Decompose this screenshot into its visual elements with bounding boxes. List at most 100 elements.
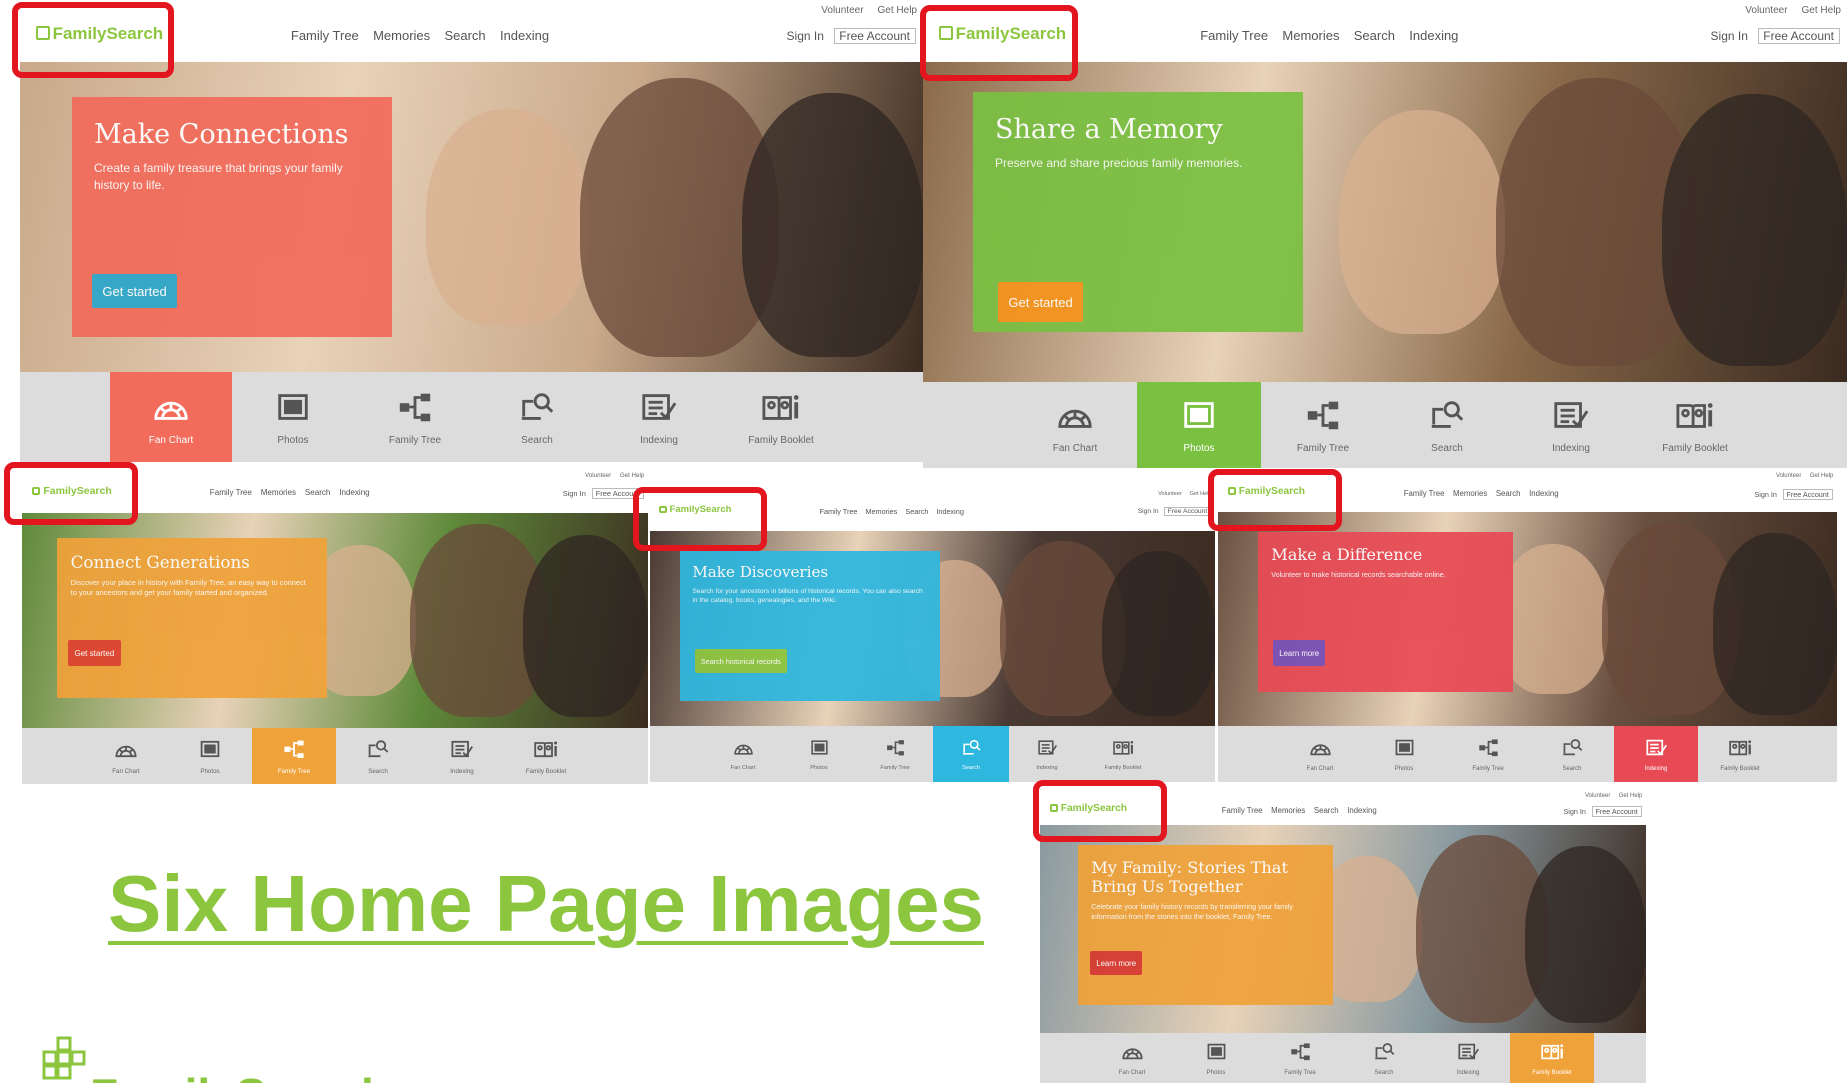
tile-search[interactable]: Search bbox=[1385, 382, 1509, 468]
tile-family-tree[interactable]: Family Tree bbox=[1258, 1033, 1342, 1083]
tile-family-booklet[interactable]: Family Booklet bbox=[1633, 382, 1757, 468]
utility-link-volunteer[interactable]: Volunteer bbox=[1585, 793, 1610, 799]
tile-family-booklet[interactable]: Family Booklet bbox=[1510, 1033, 1594, 1083]
nav-link-memories[interactable]: Memories bbox=[865, 507, 897, 516]
sign-in-link[interactable]: Sign In bbox=[787, 29, 824, 43]
tile-indexing[interactable]: Indexing bbox=[598, 372, 720, 462]
nav-link-memories[interactable]: Memories bbox=[261, 488, 296, 497]
promo-cta-button[interactable]: Get started bbox=[92, 274, 178, 308]
nav-link-memories[interactable]: Memories bbox=[1271, 806, 1305, 815]
tile-label: Family Booklet bbox=[748, 435, 814, 446]
free-account-button[interactable]: Free Account bbox=[1164, 507, 1211, 517]
utility-link-get-help[interactable]: Get Help bbox=[1619, 793, 1643, 799]
tile-fan-chart[interactable]: Fan Chart bbox=[1278, 726, 1362, 782]
tile-family-tree[interactable]: Family Tree bbox=[252, 728, 336, 784]
tile-fan-chart[interactable]: Fan Chart bbox=[705, 726, 781, 782]
tile-indexing[interactable]: Indexing bbox=[420, 728, 504, 784]
tile-photos[interactable]: Photos bbox=[1174, 1033, 1258, 1083]
promo-cta-button[interactable]: Search historical records bbox=[695, 649, 787, 673]
promo-cta-button[interactable]: Learn more bbox=[1273, 640, 1326, 666]
utility-link-volunteer[interactable]: Volunteer bbox=[1158, 491, 1182, 497]
nav-link-search[interactable]: Search bbox=[1496, 489, 1521, 498]
sign-in-link[interactable]: Sign In bbox=[1138, 508, 1159, 515]
tile-family-tree[interactable]: Family Tree bbox=[354, 372, 476, 462]
sign-in-link[interactable]: Sign In bbox=[1754, 490, 1776, 499]
utility-link-volunteer[interactable]: Volunteer bbox=[585, 472, 611, 479]
tile-family-tree[interactable]: Family Tree bbox=[1261, 382, 1385, 468]
tile-label: Indexing bbox=[450, 768, 474, 776]
nav-link-memories[interactable]: Memories bbox=[1453, 489, 1487, 498]
nav-link-search[interactable]: Search bbox=[1354, 28, 1395, 43]
nav-link-memories[interactable]: Memories bbox=[373, 28, 430, 43]
tile-photos[interactable]: Photos bbox=[168, 728, 252, 784]
tile-indexing[interactable]: Indexing bbox=[1614, 726, 1698, 782]
tile-fan-chart[interactable]: Fan Chart bbox=[1013, 382, 1137, 468]
main-nav: Family Tree Memories Search Indexing bbox=[1404, 489, 1559, 498]
nav-link-indexing[interactable]: Indexing bbox=[1529, 489, 1558, 498]
sign-in-link[interactable]: Sign In bbox=[1711, 29, 1748, 43]
nav-link-family-tree[interactable]: Family Tree bbox=[1404, 489, 1445, 498]
tile-family-tree[interactable]: Family Tree bbox=[1446, 726, 1530, 782]
tile-photos[interactable]: Photos bbox=[232, 372, 354, 462]
nav-link-family-tree[interactable]: Family Tree bbox=[820, 507, 858, 516]
utility-link-get-help[interactable]: Get Help bbox=[1810, 473, 1834, 479]
nav-link-search[interactable]: Search bbox=[905, 507, 928, 516]
nav-link-indexing[interactable]: Indexing bbox=[1409, 28, 1458, 43]
tile-label: Fan Chart bbox=[1118, 1070, 1146, 1077]
utility-link-get-help[interactable]: Get Help bbox=[1802, 5, 1841, 16]
nav-link-family-tree[interactable]: Family Tree bbox=[210, 488, 252, 497]
tile-family-booklet[interactable]: Family Booklet bbox=[1085, 726, 1161, 782]
nav-link-memories[interactable]: Memories bbox=[1282, 28, 1339, 43]
nav-link-indexing[interactable]: Indexing bbox=[936, 507, 963, 516]
tile-indexing[interactable]: Indexing bbox=[1426, 1033, 1510, 1083]
tile-fan-chart[interactable]: Fan Chart bbox=[110, 372, 232, 462]
tile-search[interactable]: Search bbox=[476, 372, 598, 462]
promo-cta-button[interactable]: Get started bbox=[998, 282, 1084, 322]
tile-family-booklet[interactable]: Family Booklet bbox=[504, 728, 588, 784]
free-account-button[interactable]: Free Account bbox=[833, 27, 916, 44]
indexing-icon bbox=[1552, 396, 1590, 439]
family-booklet-icon bbox=[534, 737, 558, 766]
free-account-button[interactable]: Free Account bbox=[1782, 488, 1833, 500]
nav-link-family-tree[interactable]: Family Tree bbox=[291, 28, 359, 43]
nav-link-search[interactable]: Search bbox=[305, 488, 331, 497]
promo-cta-button[interactable]: Get started bbox=[68, 640, 121, 666]
photo-figure bbox=[1524, 845, 1646, 1023]
utility-links: Volunteer Get Help bbox=[585, 472, 644, 479]
tile-photos[interactable]: Photos bbox=[1137, 382, 1261, 468]
tile-family-booklet[interactable]: Family Booklet bbox=[1698, 726, 1782, 782]
sign-in-link[interactable]: Sign In bbox=[1563, 807, 1585, 816]
tile-fan-chart[interactable]: Fan Chart bbox=[1090, 1033, 1174, 1083]
sign-in-link[interactable]: Sign In bbox=[563, 489, 586, 498]
tile-label: Fan Chart bbox=[1306, 766, 1334, 773]
search-icon bbox=[518, 388, 556, 431]
utility-link-volunteer[interactable]: Volunteer bbox=[821, 5, 863, 16]
tile-indexing[interactable]: Indexing bbox=[1009, 726, 1085, 782]
tile-label: Indexing bbox=[1644, 766, 1668, 773]
tile-label: Photos bbox=[200, 768, 220, 776]
nav-link-indexing[interactable]: Indexing bbox=[339, 488, 369, 497]
nav-link-search[interactable]: Search bbox=[1314, 806, 1339, 815]
nav-link-indexing[interactable]: Indexing bbox=[500, 28, 549, 43]
tile-search[interactable]: Search bbox=[1530, 726, 1614, 782]
utility-link-volunteer[interactable]: Volunteer bbox=[1745, 5, 1787, 16]
tile-fan-chart[interactable]: Fan Chart bbox=[84, 728, 168, 784]
nav-link-family-tree[interactable]: Family Tree bbox=[1222, 806, 1263, 815]
tile-family-tree[interactable]: Family Tree bbox=[857, 726, 933, 782]
tile-search[interactable]: Search bbox=[933, 726, 1009, 782]
nav-link-family-tree[interactable]: Family Tree bbox=[1200, 28, 1268, 43]
tile-family-booklet[interactable]: Family Booklet bbox=[720, 372, 842, 462]
nav-link-search[interactable]: Search bbox=[444, 28, 485, 43]
tile-indexing[interactable]: Indexing bbox=[1509, 382, 1633, 468]
utility-link-get-help[interactable]: Get Help bbox=[878, 5, 917, 16]
nav-link-indexing[interactable]: Indexing bbox=[1347, 806, 1376, 815]
tile-search[interactable]: Search bbox=[1342, 1033, 1426, 1083]
tile-photos[interactable]: Photos bbox=[781, 726, 857, 782]
promo-cta-button[interactable]: Learn more bbox=[1090, 951, 1143, 975]
tile-photos[interactable]: Photos bbox=[1362, 726, 1446, 782]
tile-search[interactable]: Search bbox=[336, 728, 420, 784]
utility-link-get-help[interactable]: Get Help bbox=[620, 472, 644, 479]
free-account-button[interactable]: Free Account bbox=[1757, 27, 1840, 44]
utility-link-volunteer[interactable]: Volunteer bbox=[1776, 473, 1801, 479]
free-account-button[interactable]: Free Account bbox=[1591, 805, 1642, 817]
